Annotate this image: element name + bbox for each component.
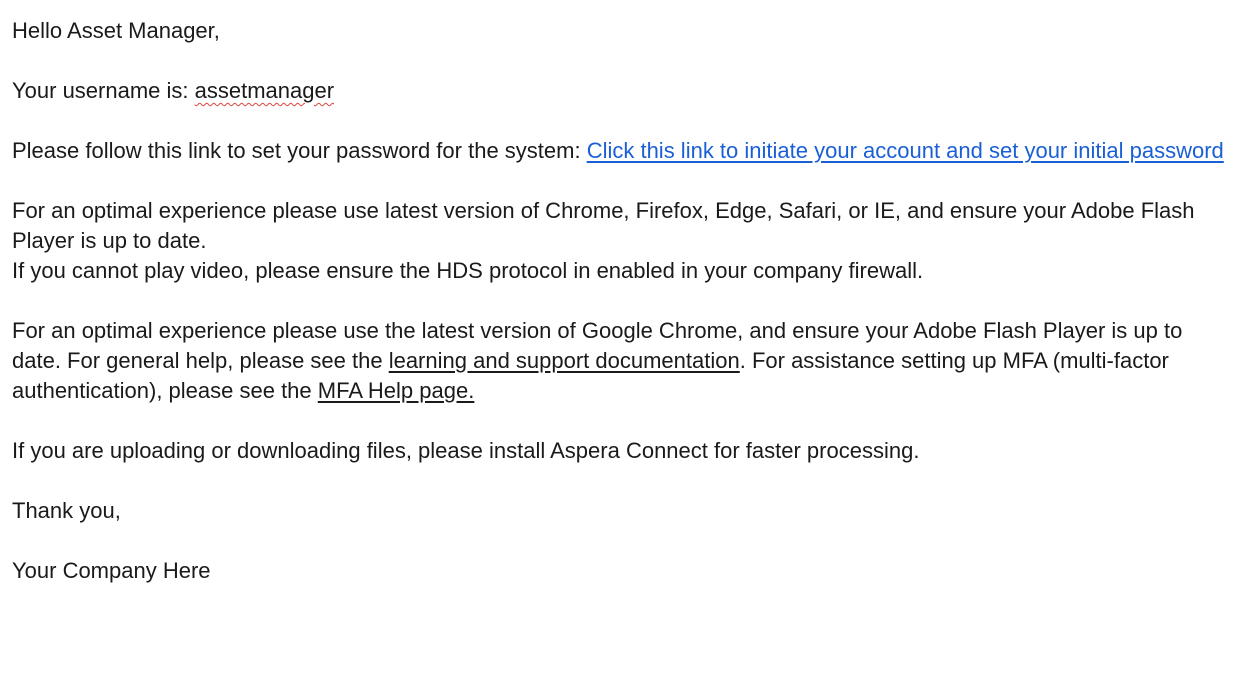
browser-requirements: For an optimal experience please use lat… [12, 196, 1224, 286]
password-text: Please follow this link to set your pass… [12, 138, 587, 163]
signature: Your Company Here [12, 558, 211, 583]
aspera-line: If you are uploading or downloading file… [12, 438, 920, 463]
username-value: assetmanager [194, 78, 335, 103]
password-line: Please follow this link to set your pass… [12, 136, 1224, 166]
browser-line-1: For an optimal experience please use lat… [12, 198, 1195, 253]
username-prefix: Your username is: [12, 78, 195, 103]
support-documentation-link[interactable]: learning and support documentation [389, 348, 740, 373]
mfa-help-link[interactable]: MFA Help page. [318, 378, 475, 403]
browser-line-2: If you cannot play video, please ensure … [12, 258, 924, 283]
email-body: Hello Asset Manager, Your username is: a… [12, 16, 1224, 616]
username-line: Your username is: assetmanager [12, 76, 1224, 106]
initiate-account-link[interactable]: Click this link to initiate your account… [587, 138, 1224, 163]
greeting: Hello Asset Manager, [12, 18, 220, 43]
closing: Thank you, [12, 498, 121, 523]
help-paragraph: For an optimal experience please use the… [12, 316, 1224, 406]
